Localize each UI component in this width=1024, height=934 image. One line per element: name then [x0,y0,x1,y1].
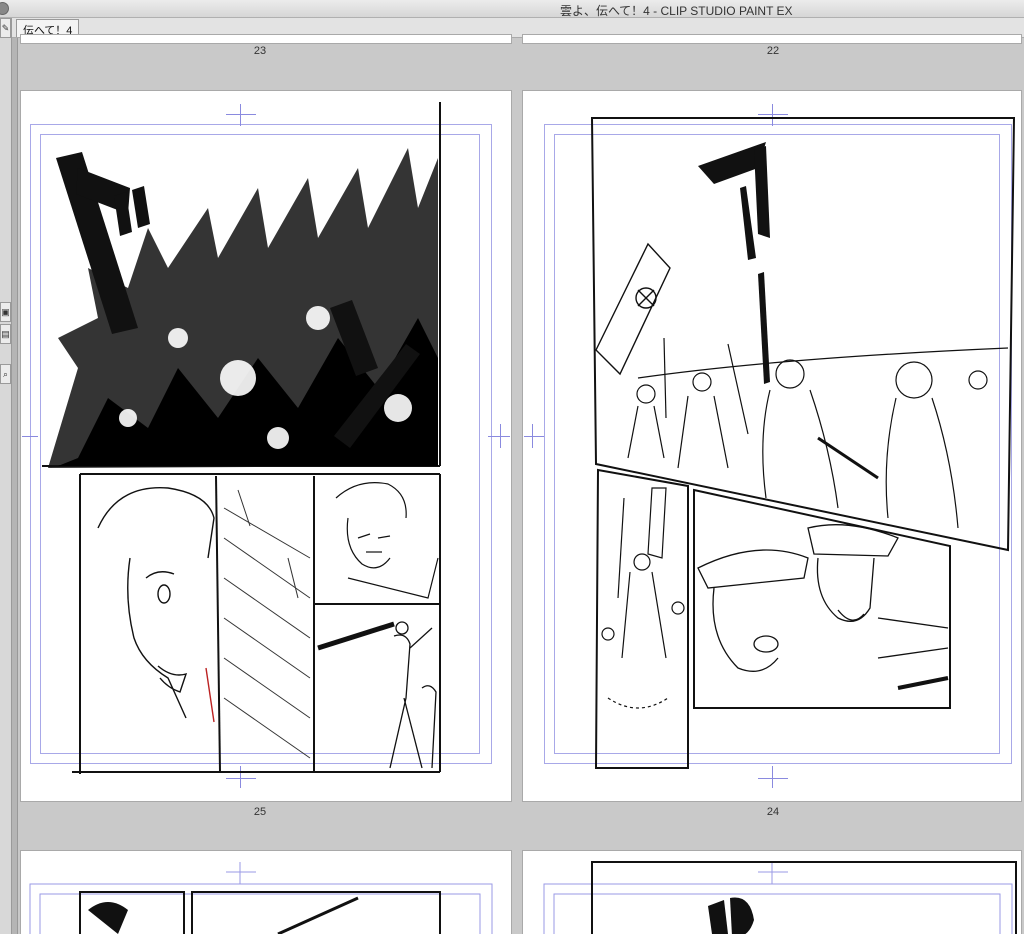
tool-icon[interactable]: ✎ [0,18,11,38]
soldiers-charge [627,337,1009,529]
flag [595,242,671,376]
flag-bearer-panel [594,468,689,769]
manga-page-24-art [590,117,1016,769]
canvas-area[interactable]: 23 22 25 24 [18,34,1024,934]
battle-panel [590,117,1016,552]
bucket-icon[interactable]: ▣ [0,302,11,322]
officers [697,524,949,690]
page-number: 24 [766,806,780,818]
zoom-icon[interactable]: ⌕ [0,364,11,384]
window-title: 雲よ、伝へて！4 - CLIP STUDIO PAINT EX [560,4,793,18]
flag-bearer [601,487,685,709]
officers-panel [693,488,951,709]
layer-icon[interactable]: ▤ [0,324,11,344]
sfx-wa [698,142,770,384]
title-bar: 雲よ、伝へて！4 - CLIP STUDIO PAINT EX [0,0,1024,18]
next-pages-art [29,861,1017,934]
left-toolbar: ✎ ▣ ▤ ⌕ [0,18,12,934]
window-close-icon[interactable] [0,2,9,15]
